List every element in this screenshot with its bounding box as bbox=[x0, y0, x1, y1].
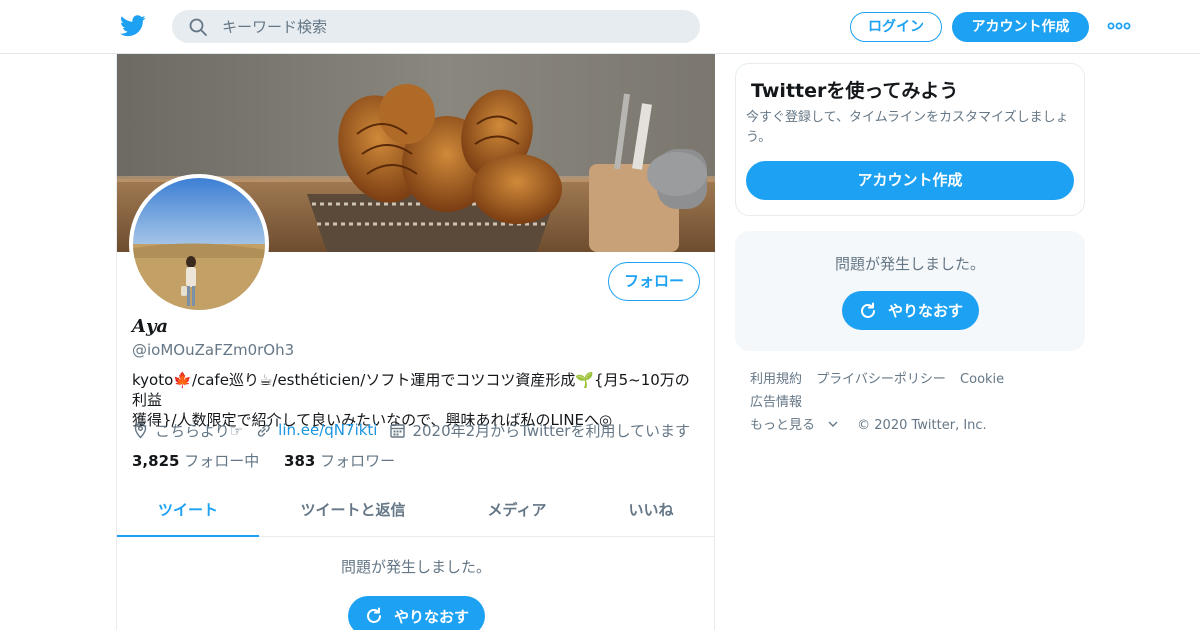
tab-likes[interactable]: いいね bbox=[587, 489, 715, 537]
login-button[interactable]: ログイン bbox=[850, 12, 942, 42]
footer-privacy-link[interactable]: プライバシーポリシー bbox=[816, 372, 946, 387]
signup-button[interactable]: アカウント作成 bbox=[952, 12, 1089, 42]
following-stat[interactable]: 3,825 フォロー中 bbox=[132, 452, 259, 470]
website-link[interactable]: lin.ee/qN7ikti bbox=[278, 421, 377, 439]
footer-more-link[interactable]: もっと見る bbox=[750, 418, 839, 433]
profile-joined: 2020年2月からTwitterを利用しています bbox=[389, 420, 690, 441]
sidebar-error-card: 問題が発生しました。 やりなおす bbox=[735, 231, 1085, 351]
profile-meta: こちらより☞ lin.ee/qN7ikti 2020年2月からTwitterを利… bbox=[132, 420, 702, 440]
tab-media[interactable]: メディア bbox=[447, 489, 587, 537]
location-icon bbox=[134, 422, 147, 439]
footer-more-label: もっと見る bbox=[750, 418, 816, 433]
search-icon bbox=[189, 18, 207, 36]
signup-prompt-card: Twitterを使ってみよう 今すぐ登録して、タイムラインをカスタマイズしましょ… bbox=[735, 63, 1085, 216]
profile-location: こちらより☞ bbox=[132, 420, 243, 441]
top-navigation-bar: ログイン アカウント作成 bbox=[0, 0, 1200, 54]
footer-cookie-link[interactable]: Cookie bbox=[960, 372, 1004, 387]
profile-display-name: 𝑨𝒚𝒂 bbox=[132, 316, 169, 337]
search-bar bbox=[172, 10, 700, 43]
signup-card-button[interactable]: アカウント作成 bbox=[746, 161, 1074, 200]
profile-handle: @ioMOuZaFZm0rOh3 bbox=[132, 341, 295, 359]
joined-text: 2020年2月からTwitterを利用しています bbox=[412, 421, 691, 440]
followers-count: 383 bbox=[284, 452, 316, 470]
signup-card-title: Twitterを使ってみよう bbox=[751, 80, 959, 102]
follow-button[interactable]: フォロー bbox=[608, 262, 700, 301]
more-dots-icon[interactable] bbox=[1107, 18, 1131, 34]
search-input[interactable] bbox=[222, 10, 682, 43]
twitter-bird-icon[interactable] bbox=[120, 14, 146, 38]
tab-tweets[interactable]: ツイート bbox=[117, 489, 259, 537]
retry-label: やりなおす bbox=[887, 302, 963, 320]
profile-website[interactable]: lin.ee/qN7ikti bbox=[255, 421, 377, 439]
followers-stat[interactable]: 383 フォロワー bbox=[284, 452, 395, 470]
timeline-retry-button[interactable]: やりなおす bbox=[348, 596, 485, 630]
footer-ads-link[interactable]: 広告情報 bbox=[750, 395, 802, 410]
footer-links: 利用規約 プライバシーポリシー Cookie 広告情報 もっと見る © 2020… bbox=[750, 368, 1080, 437]
profile-column: フォロー 𝑨𝒚𝒂 @ioMOuZaFZm0rOh3 kyoto🍁/cafe巡り☕… bbox=[116, 54, 715, 630]
sidebar-error-message: 問題が発生しました。 bbox=[834, 255, 985, 273]
retry-label: やりなおす bbox=[393, 607, 469, 626]
following-label: フォロー中 bbox=[184, 452, 260, 470]
link-icon bbox=[257, 424, 270, 437]
footer-copyright: © 2020 Twitter, Inc. bbox=[857, 418, 987, 433]
following-count: 3,825 bbox=[132, 452, 180, 470]
followers-label: フォロワー bbox=[320, 452, 396, 470]
refresh-icon bbox=[367, 607, 381, 623]
profile-tabs: ツイート ツイートと返信 メディア いいね bbox=[117, 489, 715, 537]
refresh-icon bbox=[861, 302, 875, 318]
avatar-image bbox=[133, 178, 265, 310]
profile-counts: 3,825 フォロー中 383 フォロワー bbox=[132, 450, 395, 471]
tab-tweets-and-replies[interactable]: ツイートと返信 bbox=[259, 489, 447, 537]
timeline-error-message: 問題が発生しました。 bbox=[340, 558, 491, 576]
signup-card-subtitle: 今すぐ登録して、タイムラインをカスタマイズしましょう。 bbox=[746, 110, 1069, 145]
sidebar-retry-button[interactable]: やりなおす bbox=[842, 291, 979, 330]
location-text: こちらより☞ bbox=[155, 421, 244, 440]
chevron-down-icon bbox=[828, 421, 838, 427]
footer-terms-link[interactable]: 利用規約 bbox=[750, 372, 802, 387]
calendar-icon bbox=[390, 423, 406, 438]
profile-avatar[interactable] bbox=[129, 174, 269, 314]
bio-line-1: kyoto🍁/cafe巡り☕/esthéticien/ソフト運用でコツコツ資産形… bbox=[132, 371, 690, 409]
